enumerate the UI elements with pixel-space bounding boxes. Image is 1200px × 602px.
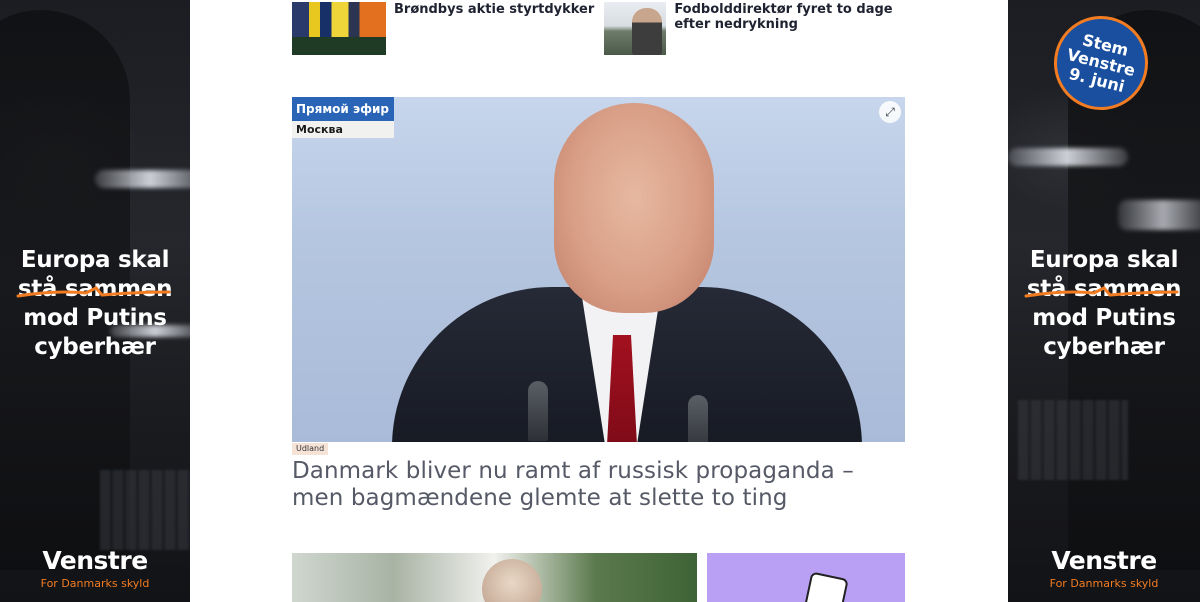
- ad-brand: Venstre: [42, 546, 148, 575]
- ad-keyboard-image: [1018, 400, 1128, 480]
- ad-slogan-line: Europa skal: [20, 247, 170, 273]
- microphone: [528, 381, 548, 441]
- thumbnail-person: [482, 559, 542, 602]
- article-teaser[interactable]: Fodbolddirektør fyret to dage efter nedr…: [604, 2, 904, 55]
- ad-light-bar: [1118, 200, 1200, 230]
- ad-slogan-line: Europa skal: [1029, 247, 1179, 273]
- ad-light-bar: [1008, 148, 1128, 166]
- article-teaser[interactable]: Brøndbys aktie styrtdykker: [292, 2, 594, 55]
- ad-keyboard-image: [100, 470, 190, 550]
- expand-icon[interactable]: ⤢: [879, 101, 901, 123]
- ad-slogan-line: mod Putins: [23, 305, 167, 331]
- ad-slogan-line: mod Putins: [1032, 305, 1176, 331]
- article-thumbnail[interactable]: [292, 2, 386, 55]
- ad-brand: Venstre: [1051, 546, 1157, 575]
- ad-slogan: Europa skal stå sammen mod Putins cyberh…: [0, 246, 190, 362]
- ad-light-bar: [95, 170, 190, 188]
- article-title[interactable]: Brøndbys aktie styrtdykker: [394, 2, 594, 17]
- squiggle-underline-icon: [1024, 286, 1179, 298]
- article-title[interactable]: Fodbolddirektør fyret to dage efter nedr…: [674, 2, 904, 32]
- tv-location-label: Москва: [292, 121, 394, 138]
- category-tag[interactable]: Udland: [292, 443, 329, 455]
- microphone: [688, 395, 708, 442]
- article-thumbnail[interactable]: [604, 2, 667, 55]
- phone-icon: [803, 571, 849, 602]
- left-side-ad[interactable]: Europa skal stå sammen mod Putins cyberh…: [0, 0, 190, 602]
- ad-tagline: For Danmarks skyld: [40, 577, 150, 590]
- squiggle-underline-icon: [16, 286, 171, 298]
- hero-head: [554, 103, 714, 313]
- ad-tagline: For Danmarks skyld: [1049, 577, 1159, 590]
- right-side-ad[interactable]: Stem Venstre 9. juni Europa skal stå sam…: [1008, 0, 1200, 602]
- tv-live-label: Прямой эфир: [292, 97, 394, 121]
- hero-headline[interactable]: Danmark bliver nu ramt af russisk propag…: [292, 458, 912, 512]
- ad-slogan-line: cyberhær: [34, 334, 156, 360]
- article-thumbnail[interactable]: [292, 553, 697, 602]
- ad-slogan-line: cyberhær: [1043, 334, 1165, 360]
- article-thumbnail[interactable]: [707, 553, 905, 602]
- thumbnail-person: [632, 8, 662, 55]
- ad-logo: Venstre For Danmarks skyld: [1008, 546, 1200, 590]
- ad-logo: Venstre For Danmarks skyld: [0, 546, 190, 590]
- ad-slogan: Europa skal stå sammen mod Putins cyberh…: [1008, 246, 1200, 362]
- hero-image[interactable]: Прямой эфир Москва ⤢: [292, 97, 905, 442]
